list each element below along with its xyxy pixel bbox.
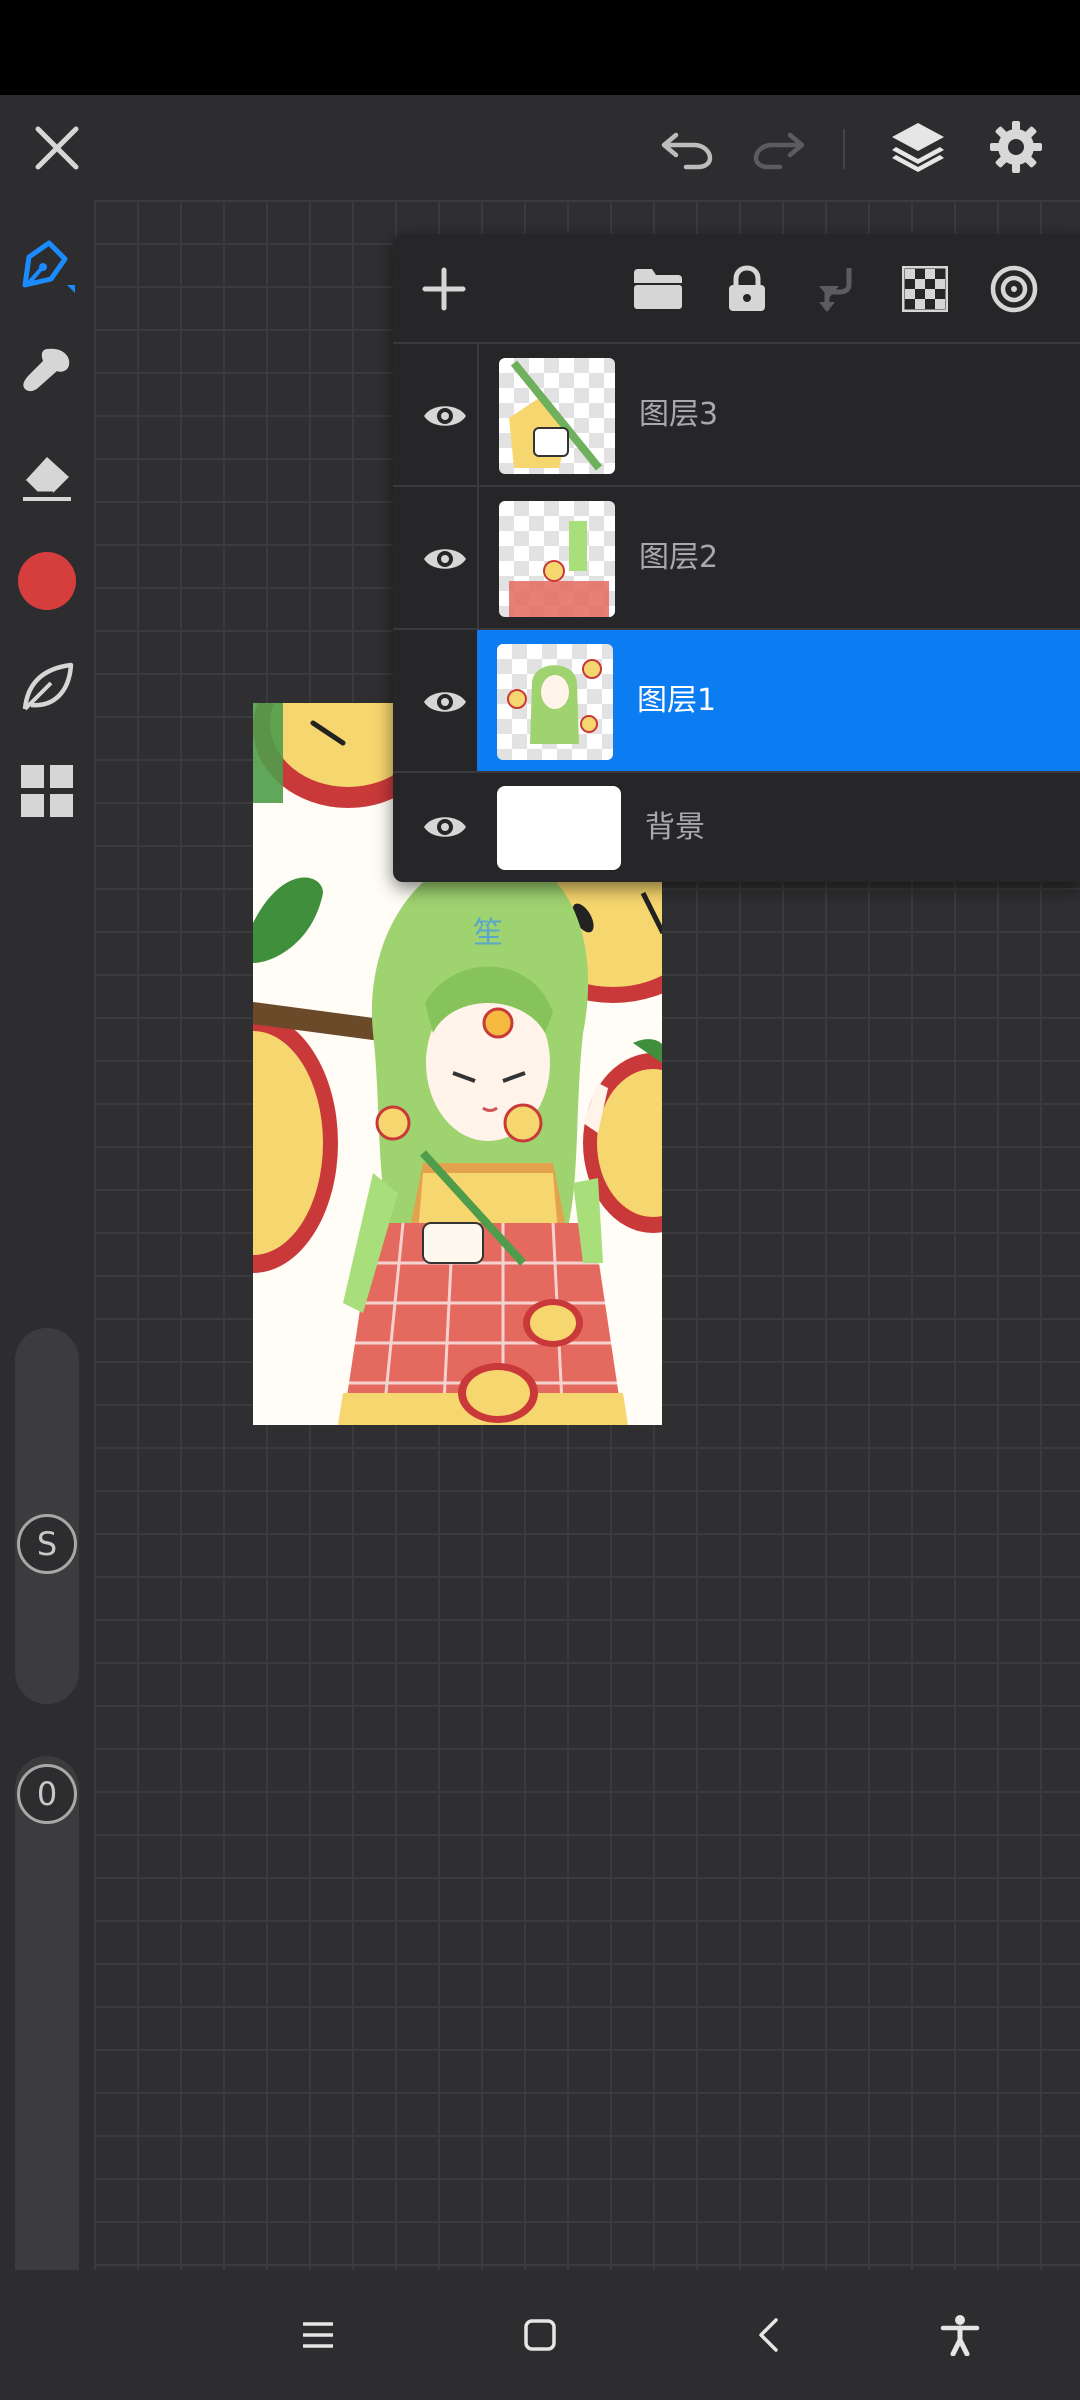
layer-row-background[interactable]: 背景	[393, 773, 1080, 882]
layers-icon	[892, 123, 944, 172]
eye-icon	[424, 817, 466, 837]
target-button[interactable]	[983, 258, 1045, 320]
layers-panel: 图层3 图层2 图层1 背景	[393, 234, 1080, 882]
layer-thumbnail	[497, 786, 621, 870]
layer-visibility-toggle[interactable]	[413, 527, 477, 591]
layer-body[interactable]: 背景	[477, 773, 1080, 882]
alpha-lock-button[interactable]	[894, 258, 956, 320]
layer-row-3[interactable]: 图层3	[393, 344, 1080, 487]
merge-down-button[interactable]	[806, 258, 868, 320]
eraser-tool[interactable]	[12, 440, 82, 510]
settings-button[interactable]	[978, 109, 1054, 185]
opacity-slider[interactable]	[15, 1756, 79, 2340]
layer-visibility-toggle[interactable]	[413, 384, 477, 448]
grid-icon	[21, 765, 73, 817]
folder-button[interactable]	[627, 258, 689, 320]
leaf-icon	[22, 662, 74, 711]
back-icon	[759, 2318, 778, 2352]
layer-name: 图层1	[637, 683, 717, 718]
layer-visibility-toggle[interactable]	[413, 670, 477, 734]
close-icon	[35, 126, 79, 170]
add-layer-button[interactable]	[413, 258, 475, 320]
color-swatch-button[interactable]	[12, 546, 82, 616]
accessibility-icon	[940, 2315, 980, 2356]
layer-name: 图层2	[639, 540, 719, 575]
checker-icon	[902, 266, 948, 312]
layer-row-1[interactable]: 图层1	[393, 630, 1080, 773]
plus-icon	[422, 267, 466, 311]
gallery-tool[interactable]	[12, 756, 82, 826]
eye-icon	[424, 692, 466, 712]
layer-thumbnail	[497, 644, 613, 760]
layer-row-2[interactable]: 图层2	[393, 487, 1080, 630]
smudge-tool[interactable]	[12, 336, 82, 406]
target-icon	[990, 265, 1038, 313]
brush-library-tool[interactable]	[12, 652, 82, 722]
layer-thumbnail	[499, 358, 615, 474]
app-root: S 0 笙 图层3 图层2 图层1 背景	[0, 0, 1080, 2400]
brush-size-knob[interactable]: S	[17, 1514, 77, 1574]
top-bar	[0, 95, 1080, 200]
redo-button[interactable]	[740, 113, 816, 183]
smudge-icon	[23, 348, 70, 392]
layer-body[interactable]: 图层2	[477, 487, 1080, 628]
layer-name: 图层3	[639, 397, 719, 432]
toolbar-divider	[843, 129, 845, 169]
redo-icon	[753, 132, 805, 170]
layer-thumbnail	[499, 501, 615, 617]
eye-icon	[424, 549, 466, 569]
layers-toolbar	[393, 234, 1080, 344]
home-button[interactable]	[510, 2305, 570, 2365]
eraser-icon	[23, 457, 71, 501]
recents-button[interactable]	[288, 2305, 348, 2365]
undo-button[interactable]	[650, 113, 726, 183]
layer-name: 背景	[645, 810, 705, 845]
merge-down-icon	[819, 268, 852, 312]
lock-icon	[729, 265, 765, 311]
close-button[interactable]	[22, 113, 92, 183]
layer-body[interactable]: 图层1	[477, 630, 1080, 771]
layer-visibility-toggle[interactable]	[413, 795, 477, 859]
undo-icon	[661, 132, 713, 170]
back-button[interactable]	[738, 2305, 798, 2365]
opacity-knob[interactable]: 0	[17, 1764, 77, 1824]
home-icon	[524, 2319, 556, 2351]
status-bar	[0, 0, 1080, 95]
color-swatch	[18, 552, 76, 610]
lock-button[interactable]	[716, 258, 778, 320]
artwork-signature: 笙	[473, 916, 503, 951]
recents-icon	[303, 2322, 333, 2348]
accessibility-button[interactable]	[930, 2305, 990, 2365]
gear-icon	[990, 121, 1042, 173]
layer-body[interactable]: 图层3	[477, 344, 1080, 485]
side-toolbar: S 0	[0, 200, 94, 2340]
layers-button[interactable]	[880, 109, 956, 185]
navigation-bar	[0, 2270, 1080, 2400]
eye-icon	[424, 406, 466, 426]
pen-tool[interactable]	[12, 232, 82, 302]
pen-icon	[22, 240, 75, 293]
folder-icon	[634, 269, 682, 309]
